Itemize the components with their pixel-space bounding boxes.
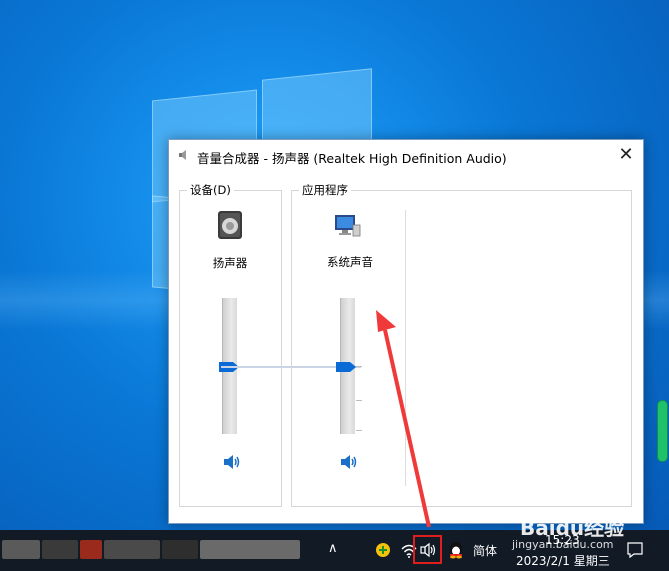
app-name: 系统声音 [327,255,373,269]
device-mute-speaker-icon[interactable] [223,454,241,470]
notification-icon[interactable] [626,541,644,559]
blurred-taskbar-app[interactable] [42,540,78,559]
blurred-taskbar-app[interactable] [162,540,198,559]
show-hidden-icons-button[interactable]: ∧ [328,541,338,556]
plus-icon[interactable] [375,542,391,558]
applications-group-label: 应用程序 [299,182,351,198]
close-button[interactable]: ✕ [609,140,643,171]
green-side-indicator [657,400,668,462]
blurred-taskbar-app[interactable] [80,540,102,559]
device-group-label: 设备(D) [187,182,234,198]
speaker-icon [179,150,186,160]
watermark-url: jingyan.baidu.com [512,538,614,551]
volume-mixer-window: 音量合成器 - 扬声器 (Realtek High Definition Aud… [168,139,644,524]
volume-tick [356,430,362,431]
system-sounds-icon[interactable] [333,211,363,241]
title-bar[interactable]: 音量合成器 - 扬声器 (Realtek High Definition Aud… [169,140,643,171]
device-name: 扬声器 [212,256,248,270]
app-mute-speaker-icon[interactable] [340,454,358,470]
window-title: 音量合成器 - 扬声器 (Realtek High Definition Aud… [197,151,507,166]
speaker-device-icon[interactable] [215,210,245,240]
clock-date[interactable]: 2023/2/1 星期三 [516,552,610,569]
volume-tick [356,400,362,401]
speaker-highlight-box [413,535,442,564]
blurred-taskbar-app[interactable] [2,540,40,559]
apps-divider [405,210,406,486]
qq-penguin-icon[interactable] [448,541,464,559]
baidu-watermark-logo: Baidu经验 [520,516,625,540]
ime-indicator[interactable]: 简体 [473,542,497,559]
volume-tick [356,366,362,367]
blurred-taskbar-app[interactable] [104,540,160,559]
blurred-taskbar-app[interactable] [200,540,300,559]
